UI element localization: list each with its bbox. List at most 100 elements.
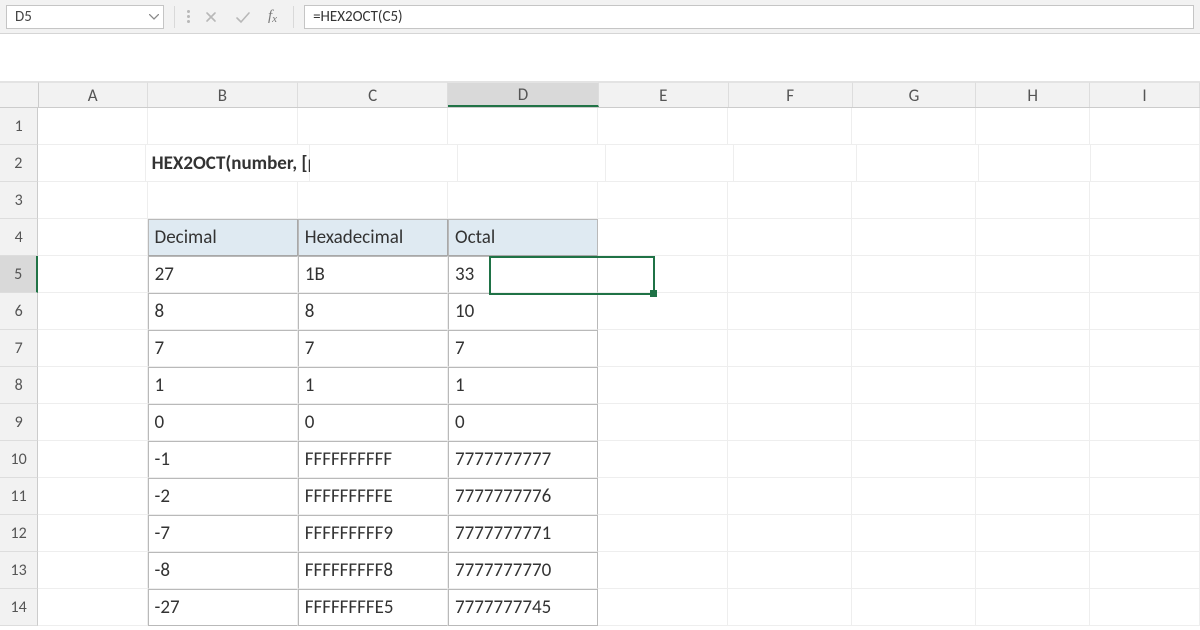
table-cell[interactable]: 8: [298, 293, 448, 330]
cell[interactable]: [458, 145, 606, 182]
table-cell[interactable]: -7: [148, 515, 298, 552]
cell[interactable]: [728, 367, 852, 404]
cell[interactable]: [38, 404, 147, 441]
table-cell[interactable]: 1: [448, 367, 598, 404]
table-cell[interactable]: FFFFFFFFF9: [298, 515, 448, 552]
cell[interactable]: [976, 478, 1090, 515]
cell[interactable]: [852, 182, 976, 219]
cell[interactable]: [852, 404, 976, 441]
cell[interactable]: [598, 515, 728, 552]
table-cell[interactable]: FFFFFFFFF8: [298, 552, 448, 589]
cell[interactable]: [1090, 330, 1200, 367]
name-box[interactable]: D5: [6, 5, 164, 29]
table-cell[interactable]: 1: [298, 367, 448, 404]
cell[interactable]: [598, 256, 728, 293]
cell[interactable]: [448, 182, 598, 219]
table-cell[interactable]: FFFFFFFFFF: [298, 441, 448, 478]
cell[interactable]: [728, 182, 852, 219]
active-cell[interactable]: 33: [448, 256, 598, 293]
cell[interactable]: [38, 478, 147, 515]
cell[interactable]: [598, 478, 728, 515]
cell[interactable]: [38, 145, 146, 182]
table-header-decimal[interactable]: Decimal: [148, 219, 298, 256]
table-cell[interactable]: 1B: [298, 256, 448, 293]
row-header[interactable]: 14: [0, 589, 38, 626]
row-header[interactable]: 4: [0, 219, 38, 256]
cell[interactable]: [976, 552, 1090, 589]
table-cell[interactable]: 10: [448, 293, 598, 330]
cell[interactable]: [728, 219, 852, 256]
col-header-I[interactable]: I: [1090, 82, 1200, 107]
col-header-G[interactable]: G: [853, 82, 977, 107]
row-header[interactable]: 13: [0, 552, 38, 589]
cell[interactable]: [38, 552, 147, 589]
table-cell[interactable]: 7: [448, 330, 598, 367]
table-cell[interactable]: -8: [148, 552, 298, 589]
cell[interactable]: [148, 108, 298, 145]
col-header-F[interactable]: F: [729, 82, 853, 107]
cell[interactable]: [857, 145, 979, 182]
cell[interactable]: [38, 330, 147, 367]
cell[interactable]: [852, 330, 976, 367]
table-cell[interactable]: 7: [148, 330, 298, 367]
cell[interactable]: [976, 367, 1090, 404]
row-header[interactable]: 10: [0, 441, 38, 478]
cell[interactable]: [728, 330, 852, 367]
table-cell[interactable]: 0: [448, 404, 598, 441]
cell[interactable]: [976, 589, 1090, 626]
cell[interactable]: [38, 515, 147, 552]
cell[interactable]: [1090, 478, 1200, 515]
cell[interactable]: [852, 478, 976, 515]
cell[interactable]: [728, 552, 852, 589]
cell[interactable]: [310, 145, 458, 182]
col-header-B[interactable]: B: [148, 82, 298, 107]
table-cell[interactable]: 0: [298, 404, 448, 441]
col-header-H[interactable]: H: [976, 82, 1090, 107]
cell[interactable]: [728, 404, 852, 441]
cell[interactable]: [976, 219, 1090, 256]
cell[interactable]: [976, 256, 1090, 293]
cell[interactable]: [976, 441, 1090, 478]
row-header[interactable]: 12: [0, 515, 38, 552]
cell[interactable]: [728, 256, 852, 293]
table-header-hex[interactable]: Hexadecimal: [298, 219, 448, 256]
row-header[interactable]: 9: [0, 404, 38, 441]
table-cell[interactable]: 7: [298, 330, 448, 367]
row-header[interactable]: 1: [0, 108, 38, 145]
table-cell[interactable]: 7777777776: [448, 478, 598, 515]
cell[interactable]: [38, 367, 147, 404]
col-header-D[interactable]: D: [448, 82, 598, 107]
cell[interactable]: [1090, 589, 1200, 626]
table-cell[interactable]: FFFFFFFFFE: [298, 478, 448, 515]
table-cell[interactable]: 27: [148, 256, 298, 293]
cell[interactable]: [598, 367, 728, 404]
cell[interactable]: [598, 552, 728, 589]
cell[interactable]: [1090, 367, 1200, 404]
formula-input[interactable]: =HEX2OCT(C5): [304, 5, 1194, 29]
cell[interactable]: [1090, 219, 1200, 256]
cell[interactable]: [606, 145, 734, 182]
cell[interactable]: [598, 330, 728, 367]
title-cell[interactable]: HEX2OCT(number, [places]): [146, 145, 310, 182]
row-header[interactable]: 2: [0, 145, 38, 182]
cell[interactable]: [38, 589, 147, 626]
cell[interactable]: [148, 182, 298, 219]
row-header[interactable]: 8: [0, 367, 38, 404]
cell[interactable]: [1091, 145, 1200, 182]
cell[interactable]: [1090, 441, 1200, 478]
cell[interactable]: [38, 441, 147, 478]
cell[interactable]: [734, 145, 856, 182]
cell[interactable]: [38, 182, 147, 219]
cell[interactable]: [976, 515, 1090, 552]
cell[interactable]: [1090, 404, 1200, 441]
cell[interactable]: [1090, 293, 1200, 330]
cell[interactable]: [728, 589, 852, 626]
cell[interactable]: [852, 589, 976, 626]
table-cell[interactable]: -1: [148, 441, 298, 478]
col-header-C[interactable]: C: [298, 82, 448, 107]
cell[interactable]: [1090, 182, 1200, 219]
col-header-A[interactable]: A: [39, 82, 148, 107]
table-cell[interactable]: 7777777771: [448, 515, 598, 552]
col-header-E[interactable]: E: [599, 82, 729, 107]
cell[interactable]: [976, 404, 1090, 441]
